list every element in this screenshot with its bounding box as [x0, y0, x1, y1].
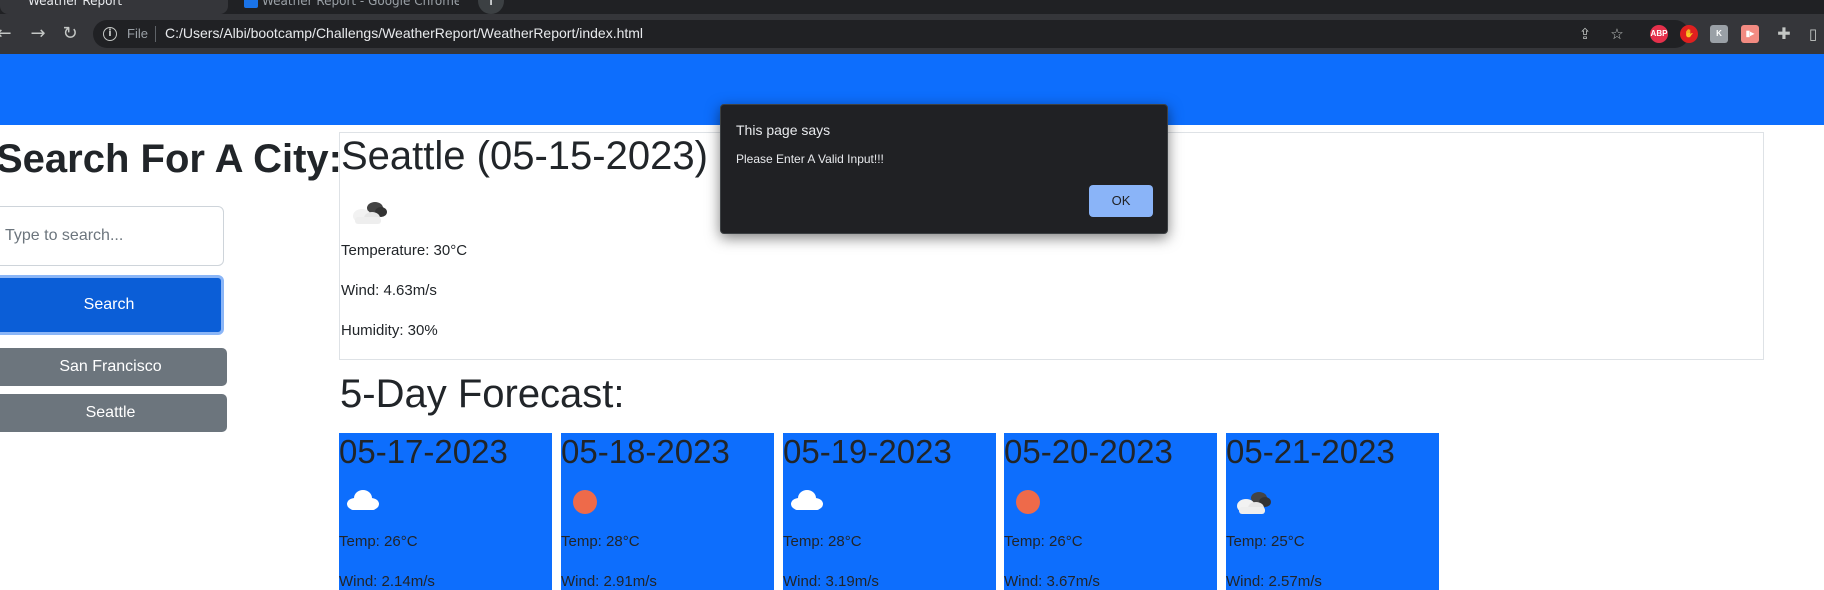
search-button[interactable]: Search [0, 275, 224, 335]
side-panel-icon[interactable]: ▯ [1806, 24, 1820, 44]
forecast-temp: Temp: 25°C [1226, 533, 1305, 550]
back-arrow-icon[interactable]: ← [0, 22, 16, 46]
share-icon[interactable]: ⇪ [1575, 24, 1595, 44]
star-icon[interactable]: ☆ [1607, 24, 1627, 44]
divider [155, 26, 156, 42]
history-button-seattle[interactable]: Seattle [0, 394, 227, 432]
search-title: Search For A City: [0, 137, 342, 181]
ok-button[interactable]: OK [1089, 185, 1153, 217]
forecast-temp: Temp: 26°C [339, 533, 418, 550]
forecast-title: 5-Day Forecast: [340, 372, 625, 416]
hand-stop-icon[interactable]: ✋ [1680, 25, 1698, 43]
forecast-wind: Wind: 2.14m/s [339, 573, 435, 590]
search-input[interactable] [0, 206, 224, 266]
forecast-date: 05-18-2023 [561, 433, 730, 470]
alert-message: Please Enter A Valid Input!!! [736, 152, 884, 166]
address-bar[interactable]: i File C:/Users/Albi/bootcamp/Challengs/… [93, 20, 1689, 48]
forecast-date: 05-20-2023 [1004, 433, 1173, 470]
reload-icon[interactable]: ↻ [58, 22, 82, 46]
tab-label: Weather Report - Google Chrome [262, 0, 459, 8]
forecast-temp: Temp: 26°C [1004, 533, 1083, 550]
forecast-temp: Temp: 28°C [783, 533, 862, 550]
forecast-date: 05-19-2023 [783, 433, 952, 470]
cloud-icon [789, 487, 825, 517]
alert-dialog: This page says Please Enter A Valid Inpu… [720, 104, 1168, 234]
forecast-card: 05-21-2023 Temp: 25°C Wind: 2.57m/s [1226, 433, 1439, 590]
forecast-wind: Wind: 2.91m/s [561, 573, 657, 590]
favicon-icon [244, 0, 258, 8]
tab-label: Weather Report [28, 0, 123, 8]
forward-arrow-icon[interactable]: → [26, 22, 50, 46]
broken-clouds-icon [348, 197, 388, 231]
url-text[interactable]: C:/Users/Albi/bootcamp/Challengs/Weather… [165, 25, 643, 41]
forecast-wind: Wind: 2.57m/s [1226, 573, 1322, 590]
tab-weather-report[interactable]: Weather Report × [0, 0, 228, 14]
alert-title: This page says [736, 122, 831, 138]
forecast-card: 05-19-2023 Temp: 28°C Wind: 3.19m/s [783, 433, 996, 590]
new-tab-button[interactable]: + [478, 0, 504, 14]
cloud-icon [345, 487, 381, 517]
info-icon[interactable]: i [103, 27, 117, 41]
current-wind: Wind: 4.63m/s [341, 282, 437, 299]
tab-weather-report-chrome[interactable]: Weather Report - Google Chrome [234, 0, 459, 14]
extension-k-icon[interactable]: K [1710, 25, 1728, 43]
forecast-card: 05-17-2023 Temp: 26°C Wind: 2.14m/s [339, 433, 552, 590]
url-scheme: File [127, 26, 148, 41]
forecast-wind: Wind: 3.67m/s [1004, 573, 1100, 590]
puzzle-icon[interactable]: ✚ [1774, 24, 1794, 44]
tab-strip: Weather Report × Weather Report - Google… [0, 0, 1824, 14]
forecast-date: 05-21-2023 [1226, 433, 1395, 470]
forecast-card: 05-18-2023 Temp: 28°C Wind: 2.91m/s [561, 433, 774, 590]
current-humidity: Humidity: 30% [341, 322, 438, 339]
forecast-date: 05-17-2023 [339, 433, 508, 470]
history-button-san-francisco[interactable]: San Francisco [0, 348, 227, 386]
forecast-card: 05-20-2023 Temp: 26°C Wind: 3.67m/s [1004, 433, 1217, 590]
broken-clouds-icon [1232, 487, 1272, 521]
sun-icon [1010, 487, 1046, 521]
page: Search For A City: Search San Francisco … [0, 54, 1824, 590]
browser-toolbar: ← → ↻ i File C:/Users/Albi/bootcamp/Chal… [0, 14, 1824, 54]
adblock-icon[interactable]: ABP [1650, 25, 1668, 43]
current-temperature: Temperature: 30°C [341, 242, 468, 259]
forecast-wind: Wind: 3.19m/s [783, 573, 879, 590]
sun-icon [567, 487, 603, 521]
forecast-temp: Temp: 28°C [561, 533, 640, 550]
extension-camera-icon[interactable]: ▮▸ [1741, 25, 1759, 43]
city-date-title: Seattle (05-15-2023) [341, 134, 708, 178]
